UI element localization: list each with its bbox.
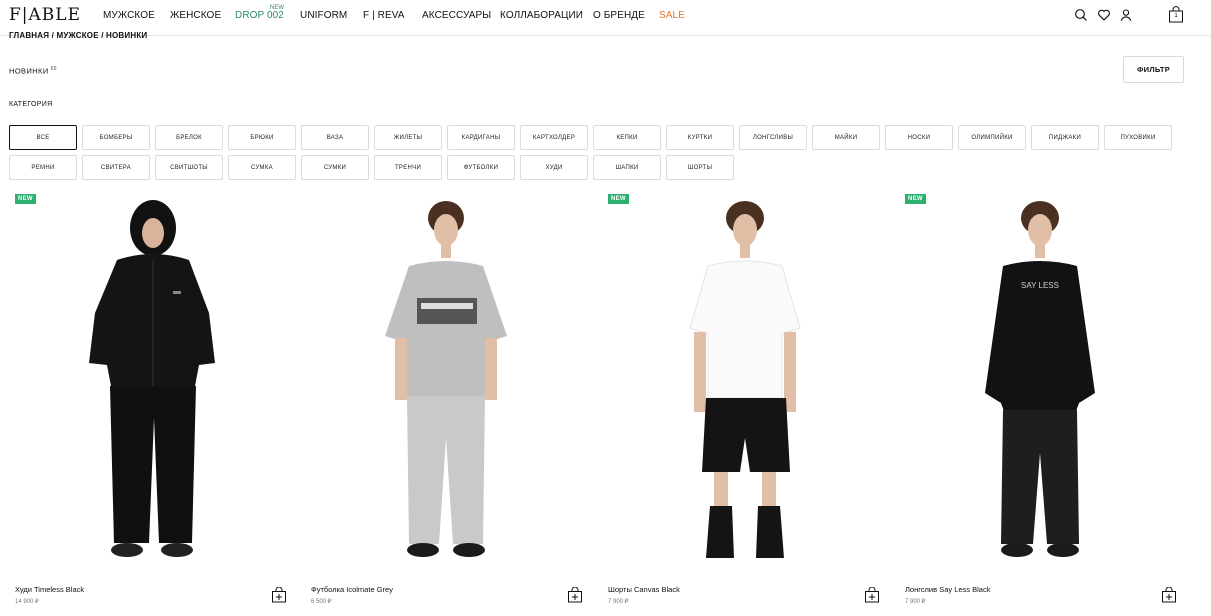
- product-image[interactable]: [9, 188, 305, 573]
- category-socks[interactable]: НОСКИ: [885, 125, 953, 150]
- category-sweaters[interactable]: СВИТЕРА: [82, 155, 150, 180]
- category-row-2: РЕМНИ СВИТЕРА СВИТШОТЫ СУМКА СУМКИ ТРЕНЧ…: [9, 155, 1189, 180]
- new-badge: NEW: [15, 194, 36, 204]
- category-chips: ВСЕ БОМБЕРЫ БРЕЛОК БРЮКИ ВАЗА ЖИЛЕТЫ КАР…: [9, 125, 1189, 185]
- product-name[interactable]: Худи Timeless Black: [15, 585, 84, 594]
- add-to-cart-icon[interactable]: [864, 587, 880, 603]
- category-tanks[interactable]: МАЙКИ: [812, 125, 880, 150]
- page-title-text: НОВИНКИ: [9, 66, 49, 76]
- product-card[interactable]: Футболка Icolmate Grey 6 500 ₽: [305, 188, 601, 616]
- product-image[interactable]: SAY LESS: [899, 188, 1195, 573]
- page-title: НОВИНКИ 65: [9, 66, 57, 76]
- site-header: F|ABLE МУЖСКОЕ ЖЕНСКОЕ DROP 002 NEW UNIF…: [0, 0, 1211, 36]
- category-hats[interactable]: ШАПКИ: [593, 155, 661, 180]
- category-trenches[interactable]: ТРЕНЧИ: [374, 155, 442, 180]
- nav-accessories[interactable]: АКСЕССУАРЫ: [422, 10, 491, 21]
- category-jackets[interactable]: КУРТКИ: [666, 125, 734, 150]
- category-shorts[interactable]: ШОРТЫ: [666, 155, 734, 180]
- shirt-print: SAY LESS: [1021, 281, 1059, 290]
- search-icon[interactable]: [1074, 8, 1088, 22]
- nav-uniform[interactable]: UNIFORM: [300, 10, 347, 21]
- product-price: 7 900 ₽: [608, 599, 629, 605]
- nav-about[interactable]: О БРЕНДЕ: [593, 10, 645, 21]
- add-to-cart-icon[interactable]: [567, 587, 583, 603]
- category-blazers[interactable]: ПИДЖАКИ: [1031, 125, 1099, 150]
- product-price: 14 900 ₽: [15, 599, 39, 605]
- category-bags[interactable]: СУМКИ: [301, 155, 369, 180]
- category-caps[interactable]: КЕПКИ: [593, 125, 661, 150]
- nav-collaborations[interactable]: КОЛЛАБОРАЦИИ: [500, 10, 583, 21]
- category-longsleeves[interactable]: ЛОНГСЛИВЫ: [739, 125, 807, 150]
- category-bombers[interactable]: БОМБЕРЫ: [82, 125, 150, 150]
- category-label: КАТЕГОРИЯ: [9, 101, 53, 108]
- category-cardholder[interactable]: КАРТХОЛДЕР: [520, 125, 588, 150]
- product-price: 6 500 ₽: [311, 599, 332, 605]
- product-image[interactable]: [305, 188, 601, 573]
- nav-women[interactable]: ЖЕНСКОЕ: [170, 10, 221, 21]
- cart-count: 1: [1174, 13, 1178, 19]
- add-to-cart-icon[interactable]: [1161, 587, 1177, 603]
- add-to-cart-icon[interactable]: [271, 587, 287, 603]
- logo[interactable]: F|ABLE: [9, 5, 81, 25]
- heart-icon[interactable]: [1097, 8, 1111, 22]
- product-price: 7 900 ₽: [905, 599, 926, 605]
- page-count: 65: [50, 66, 57, 72]
- product-image[interactable]: [602, 188, 898, 573]
- category-bag[interactable]: СУМКА: [228, 155, 296, 180]
- category-cardigans[interactable]: КАРДИГАНЫ: [447, 125, 515, 150]
- new-badge: NEW: [608, 194, 629, 204]
- category-hoodies[interactable]: ХУДИ: [520, 155, 588, 180]
- nav-drop-new-badge: NEW: [270, 5, 284, 11]
- category-row-1: ВСЕ БОМБЕРЫ БРЕЛОК БРЮКИ ВАЗА ЖИЛЕТЫ КАР…: [9, 125, 1189, 150]
- category-keychain[interactable]: БРЕЛОК: [155, 125, 223, 150]
- product-name[interactable]: Шорты Canvas Black: [608, 585, 680, 594]
- product-card[interactable]: NEW Худи Timeless Black 14 900 ₽: [9, 188, 305, 616]
- category-vests[interactable]: ЖИЛЕТЫ: [374, 125, 442, 150]
- category-all[interactable]: ВСЕ: [9, 125, 77, 150]
- category-vase[interactable]: ВАЗА: [301, 125, 369, 150]
- filter-button[interactable]: ФИЛЬТР: [1123, 56, 1184, 83]
- product-card[interactable]: SAY LESS NEW Лонгслив Say Less Black 7 9…: [899, 188, 1195, 616]
- new-badge: NEW: [905, 194, 926, 204]
- user-icon[interactable]: [1119, 8, 1133, 22]
- category-track-jackets[interactable]: ОЛИМПИЙКИ: [958, 125, 1026, 150]
- product-card[interactable]: NEW Шорты Canvas Black 7 900 ₽: [602, 188, 898, 616]
- breadcrumb[interactable]: ГЛАВНАЯ / МУЖСКОЕ / НОВИНКИ: [9, 31, 147, 41]
- category-tshirts[interactable]: ФУТБОЛКИ: [447, 155, 515, 180]
- nav-sale[interactable]: SALE: [659, 10, 685, 21]
- category-pants[interactable]: БРЮКИ: [228, 125, 296, 150]
- product-name[interactable]: Лонгслив Say Less Black: [905, 585, 990, 594]
- category-belts[interactable]: РЕМНИ: [9, 155, 77, 180]
- category-puffers[interactable]: ПУХОВИКИ: [1104, 125, 1172, 150]
- nav-freva[interactable]: F | REVA: [363, 10, 405, 21]
- nav-drop-002[interactable]: DROP 002: [235, 10, 284, 21]
- nav-men[interactable]: МУЖСКОЕ: [103, 10, 155, 21]
- product-name[interactable]: Футболка Icolmate Grey: [311, 585, 393, 594]
- cart-icon[interactable]: 1: [1168, 6, 1184, 23]
- category-sweatshirts[interactable]: СВИТШОТЫ: [155, 155, 223, 180]
